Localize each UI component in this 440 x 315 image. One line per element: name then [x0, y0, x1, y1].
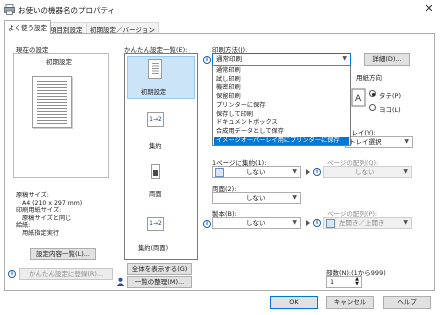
chevron-down-icon: ▼ [342, 55, 347, 62]
dropdown-option[interactable]: 保留印刷 [214, 93, 349, 102]
triangle-right-icon [306, 169, 310, 175]
tab-defaults-version[interactable]: 初期設定／バージョン [86, 22, 159, 34]
preset-nup-thumb[interactable]: 1→2 [147, 112, 164, 127]
chevron-down-icon: ▼ [292, 168, 297, 175]
binding-info-icon[interactable]: i [203, 220, 211, 228]
dropdown-option[interactable]: 通常印刷 [214, 67, 349, 76]
register-preset-button[interactable]: かんたん設定に登録(R)... [19, 268, 113, 280]
binding-select[interactable]: しない ▼ [212, 217, 301, 229]
print-method-info-icon[interactable]: i [203, 56, 211, 64]
binding-layout-select[interactable]: 左開き／上開き ▼ [323, 217, 412, 229]
landscape-label[interactable]: ヨコ(L) [379, 104, 401, 114]
preset-name-nup[interactable]: 集約 [149, 141, 162, 150]
original-size-value: A4 (210 x 297 mm) [22, 199, 83, 207]
binding-layout-info-icon[interactable]: i [313, 219, 321, 227]
preset-name-default[interactable]: 初期設定 [141, 87, 166, 96]
user-icon [116, 277, 125, 286]
duplex-mark [153, 170, 158, 176]
window-title: お使いの機器名のプロパティ [18, 6, 116, 15]
preset-duplex-thumb[interactable] [151, 164, 160, 179]
binding-layout-icon [326, 219, 335, 228]
tray-select[interactable]: トレイ選択 ▼ [345, 136, 413, 148]
paper-size-value: 原稿サイズと同じ [22, 214, 72, 222]
settings-list-button[interactable]: 設定内容一覧(L)... [30, 248, 96, 260]
detail-button[interactable]: 詳細(D)... [364, 53, 410, 66]
preset-nup-duplex-thumb[interactable]: 1→2 [147, 217, 164, 231]
current-info: 原稿サイズ: A4 (210 x 297 mm) 印刷用紙サイズ: 原稿サイズと… [16, 192, 82, 237]
print-method-value: 通常印刷 [216, 55, 242, 63]
ok-button[interactable]: OK [270, 296, 318, 309]
chevron-down-icon: ▼ [292, 219, 297, 226]
chevron-down-icon: ▼ [403, 219, 408, 226]
tray-value: トレイ選択 [349, 138, 382, 146]
nup-select[interactable]: しない ▼ [212, 166, 301, 178]
page-order-select[interactable]: しない ▼ [323, 166, 412, 178]
nup-layout-icon [215, 168, 224, 177]
duplex-value: しない [246, 194, 266, 202]
copies-value: 1 [330, 278, 335, 286]
binding-value: しない [246, 219, 266, 227]
chevron-down-icon: ▼ [292, 194, 297, 201]
preset-name-nup-duplex[interactable]: 集約(両面) [138, 243, 168, 252]
binding-layout-value: 左開き／上開き [339, 219, 385, 227]
preset-default-thumb[interactable] [148, 59, 162, 79]
help-button[interactable]: ヘルプ [383, 296, 431, 309]
nup-value: しない [246, 168, 266, 176]
tray-info-label: 給紙: [16, 222, 31, 229]
original-size-label: 原稿サイズ: [16, 192, 49, 199]
document-lines [37, 81, 67, 124]
dropdown-option[interactable]: 機密印刷 [214, 84, 349, 93]
preset-name-duplex[interactable]: 両面 [149, 189, 162, 198]
paper-size-label: 印刷用紙サイズ: [16, 207, 62, 214]
portrait-label[interactable]: タテ(P) [379, 90, 401, 100]
tab-item-settings[interactable]: 項目別設定 [46, 22, 87, 34]
cancel-button[interactable]: キャンセル [326, 296, 374, 309]
current-preset-label: 初期設定 [46, 58, 72, 66]
dropdown-option[interactable]: ドキュメントボックス [214, 119, 349, 128]
thumb-lines [152, 63, 159, 75]
landscape-radio[interactable] [369, 104, 376, 111]
dropdown-option[interactable]: プリンターに保存 [214, 102, 349, 111]
nup-info-icon[interactable]: i [313, 168, 321, 176]
document-preview-icon [32, 76, 72, 128]
printer-app-icon [4, 4, 15, 15]
chevron-down-icon: ▼ [403, 168, 408, 175]
close-icon[interactable]: ✕ [422, 2, 436, 16]
title-bar: お使いの機器名のプロパティ ✕ [0, 0, 440, 20]
info-icon[interactable]: i [8, 270, 16, 278]
spin-arrows-icon[interactable]: ▲ ▼ [355, 277, 359, 287]
portrait-page-icon: A [351, 88, 366, 107]
dropdown-option[interactable]: 保存して印刷 [214, 111, 349, 120]
svg-text:A: A [355, 94, 362, 104]
tab-frequent-settings[interactable]: よく使う設定 [4, 20, 51, 34]
dropdown-option-selected[interactable]: イメージオーバーレイ用にプリンターに保存 [214, 136, 349, 146]
triangle-right-icon [306, 220, 310, 226]
orientation-label: 用紙方向 [356, 74, 382, 82]
portrait-radio[interactable] [369, 90, 376, 97]
tray-info-value: 用紙指定実行 [22, 229, 60, 237]
dropdown-option[interactable]: 合成用データとして保存 [214, 128, 349, 137]
page-order-value: しない [355, 168, 375, 176]
copies-input[interactable]: 1 ▲ ▼ [326, 276, 362, 288]
print-method-dropdown[interactable]: 通常印刷 試し印刷 機密印刷 保留印刷 プリンターに保存 保存して印刷 ドキュメ… [212, 65, 351, 146]
show-all-button[interactable]: 全体を表示する(G) [127, 263, 192, 275]
duplex-select[interactable]: しない ▼ [212, 192, 301, 204]
chevron-down-icon: ▼ [404, 138, 409, 145]
organize-list-button[interactable]: 一覧の整理(M)... [127, 276, 192, 288]
